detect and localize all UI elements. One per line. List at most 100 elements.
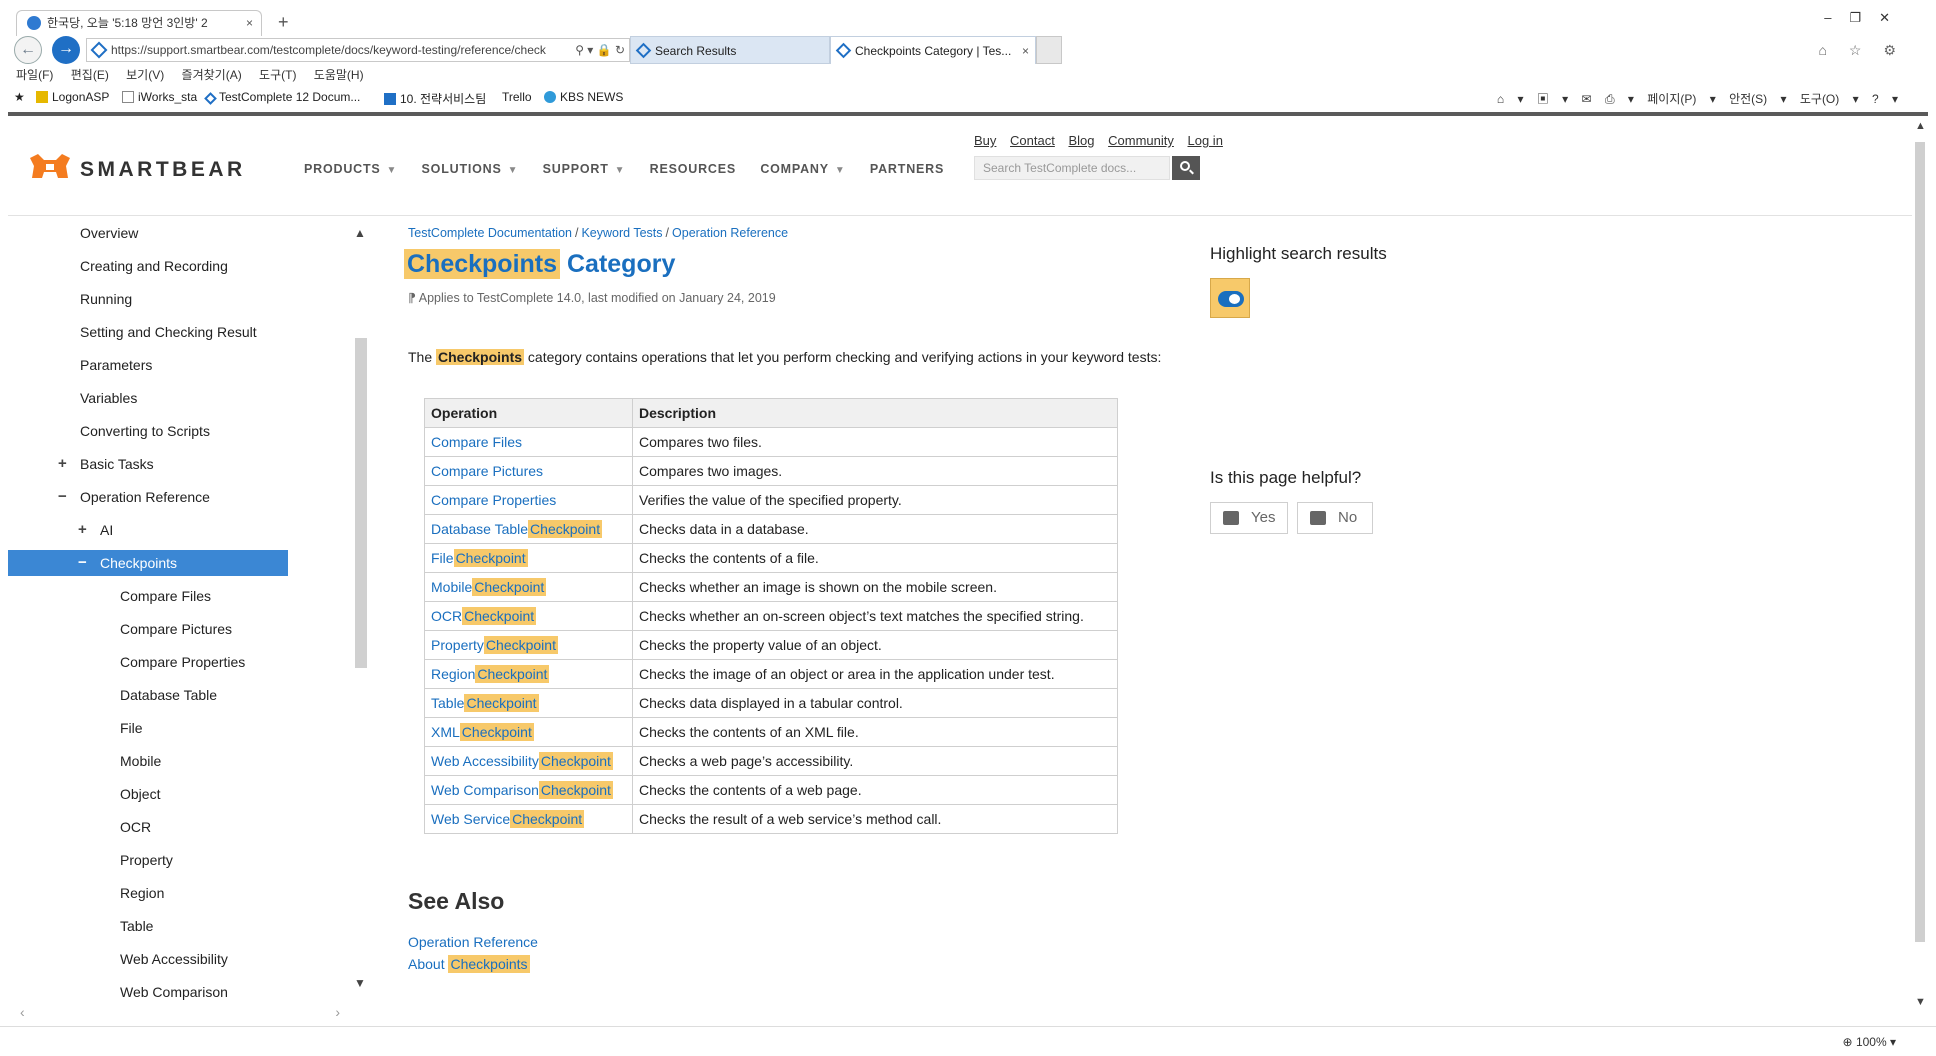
link-login[interactable]: Log in [1188, 133, 1223, 148]
collapse-icon[interactable]: − [78, 550, 87, 576]
sidebar-item[interactable]: Database Table [8, 682, 288, 708]
sidebar-item[interactable]: Object [8, 781, 288, 807]
page-menu[interactable]: 페이지(P) ▾ [1647, 92, 1715, 106]
sidebar-item[interactable]: Web Comparison [8, 979, 288, 1005]
browser-top-tab[interactable]: 한국당, 오늘 '5:18 망언 3인방' 2 × [16, 10, 262, 36]
new-tab-slot[interactable] [1036, 36, 1062, 64]
new-tab-button[interactable]: + [278, 12, 289, 33]
operation-cell[interactable]: Compare Files [424, 427, 633, 457]
sidebar-hscrollbar[interactable]: ‹ › [20, 1004, 340, 1020]
sidebar-item[interactable]: Region [8, 880, 288, 906]
page-scrollbar[interactable]: ▲ ▼ [1912, 120, 1928, 1020]
fav-iworks[interactable]: iWorks_sta [122, 90, 197, 104]
browser-tab-search-results[interactable]: Search Results [630, 36, 830, 64]
zoom-control[interactable]: ⊕ 100% ▾ [1843, 1035, 1896, 1049]
nav-partners[interactable]: PARTNERS [870, 162, 944, 176]
nav-support[interactable]: SUPPORT ▼ [543, 162, 626, 176]
operation-cell[interactable]: XML Checkpoint [424, 717, 633, 747]
operation-link[interactable]: Compare Files [431, 434, 522, 450]
sidebar-scrollbar[interactable]: ▲ ▼ [352, 226, 370, 990]
home-icon[interactable]: ⌂ ▾ [1497, 92, 1524, 106]
operation-cell[interactable]: File Checkpoint [424, 543, 633, 573]
sidebar-item[interactable]: OCR [8, 814, 288, 840]
sidebar-item[interactable]: Web Accessibility [8, 946, 288, 972]
see-also-link-operation-reference[interactable]: Operation Reference [408, 934, 538, 950]
operation-highlight[interactable]: Checkpoint [459, 723, 534, 741]
operation-cell[interactable]: Web Comparison Checkpoint [424, 775, 633, 805]
fav-trello[interactable]: Trello [502, 90, 532, 104]
operation-link[interactable]: Compare Properties [431, 492, 556, 508]
scrollbar-thumb[interactable] [355, 338, 367, 668]
help-icon[interactable]: ? ▾ [1872, 92, 1898, 106]
operation-cell[interactable]: Compare Properties [424, 485, 633, 515]
operation-link[interactable]: Web Service [431, 811, 510, 827]
nav-company[interactable]: COMPANY ▼ [760, 162, 845, 176]
fav-kbs[interactable]: KBS NEWS [544, 90, 623, 104]
toolbar-icons[interactable]: ⌂☆⚙ [1818, 42, 1918, 59]
operation-link[interactable]: Compare Pictures [431, 463, 543, 479]
operation-link[interactable]: Region [431, 666, 475, 682]
address-bar[interactable]: https://support.smartbear.com/testcomple… [86, 38, 630, 62]
operation-cell[interactable]: Web Service Checkpoint [424, 804, 633, 834]
scrollbar-thumb[interactable] [1915, 142, 1925, 942]
sidebar-item[interactable]: Mobile [8, 748, 288, 774]
operation-highlight[interactable]: Checkpoint [538, 752, 613, 770]
sidebar-item[interactable]: − Operation Reference [8, 484, 288, 510]
safety-menu[interactable]: 안전(S) ▾ [1729, 92, 1786, 106]
operation-cell[interactable]: Property Checkpoint [424, 630, 633, 660]
operation-highlight[interactable]: Checkpoint [462, 607, 537, 625]
sidebar-item[interactable]: Compare Properties [8, 649, 288, 675]
chevron-up-icon[interactable]: ▲ [1915, 120, 1926, 132]
operation-cell[interactable]: Database Table Checkpoint [424, 514, 633, 544]
sidebar-item[interactable]: Parameters [8, 352, 288, 378]
fav-strategy[interactable]: 10. 전략서비스팀 [384, 90, 486, 107]
no-button[interactable]: No [1297, 502, 1373, 534]
operation-cell[interactable]: Region Checkpoint [424, 659, 633, 689]
sidebar-item[interactable]: Running [8, 286, 288, 312]
tools-menu[interactable]: 도구(O) ▾ [1800, 92, 1859, 106]
favorites-star-icon[interactable]: ★ [14, 90, 25, 104]
sidebar-item[interactable]: Variables [8, 385, 288, 411]
operation-link[interactable]: Property [431, 637, 484, 653]
sidebar-item[interactable]: Table [8, 913, 288, 939]
link-community[interactable]: Community [1108, 133, 1174, 148]
chevron-up-icon[interactable]: ▲ [354, 226, 366, 240]
forward-button[interactable]: → [52, 36, 80, 64]
print-icon[interactable]: ⎙ ▾ [1605, 92, 1634, 106]
nav-products[interactable]: PRODUCTS ▼ [304, 162, 397, 176]
see-also-link-about-checkpoints[interactable]: About Checkpoints [408, 955, 530, 973]
highlight-toggle[interactable] [1210, 278, 1250, 318]
sidebar-item[interactable]: Setting and Checking Result [8, 319, 288, 345]
close-tab-icon[interactable]: × [1022, 37, 1029, 64]
operation-highlight[interactable]: Checkpoint [538, 781, 613, 799]
collapse-icon[interactable]: − [58, 484, 67, 510]
sidebar-item[interactable]: + Basic Tasks [8, 451, 288, 477]
mail-icon[interactable]: ✉ [1582, 92, 1592, 106]
chevron-right-icon[interactable]: › [335, 1004, 340, 1020]
expand-icon[interactable]: + [58, 451, 67, 477]
breadcrumb-link[interactable]: Keyword Tests [581, 226, 662, 240]
sidebar-item[interactable]: − Checkpoints [8, 550, 288, 576]
yes-button[interactable]: Yes [1210, 502, 1288, 534]
chevron-down-icon[interactable]: ▼ [354, 976, 366, 990]
sidebar-item[interactable]: Compare Pictures [8, 616, 288, 642]
operation-highlight[interactable]: Checkpoint [528, 520, 603, 538]
operation-cell[interactable]: Web Accessibility Checkpoint [424, 746, 633, 776]
operation-link[interactable]: XML [431, 724, 460, 740]
operation-highlight[interactable]: Checkpoint [510, 810, 585, 828]
sidebar-item[interactable]: Converting to Scripts [8, 418, 288, 444]
operation-link[interactable]: OCR [431, 608, 462, 624]
operation-link[interactable]: Database Table [431, 521, 528, 537]
menu-bar[interactable]: 파일(F) 편집(E) 보기(V) 즐겨찾기(A) 도구(T) 도움말(H) [16, 66, 364, 83]
address-tools-icon[interactable]: ⚲ ▾ 🔒 ↻ [571, 39, 625, 61]
operation-cell[interactable]: Compare Pictures [424, 456, 633, 486]
chevron-left-icon[interactable]: ‹ [20, 1004, 25, 1020]
operation-cell[interactable]: OCR Checkpoint [424, 601, 633, 631]
operation-link[interactable]: Web Accessibility [431, 753, 539, 769]
operation-highlight[interactable]: Checkpoint [453, 549, 528, 567]
chevron-down-icon[interactable]: ▼ [1915, 996, 1926, 1008]
sidebar-item[interactable]: Property [8, 847, 288, 873]
sidebar-item[interactable]: File [8, 715, 288, 741]
operation-highlight[interactable]: Checkpoint [475, 665, 550, 683]
docs-search-input[interactable]: Search TestComplete docs... [974, 156, 1170, 180]
